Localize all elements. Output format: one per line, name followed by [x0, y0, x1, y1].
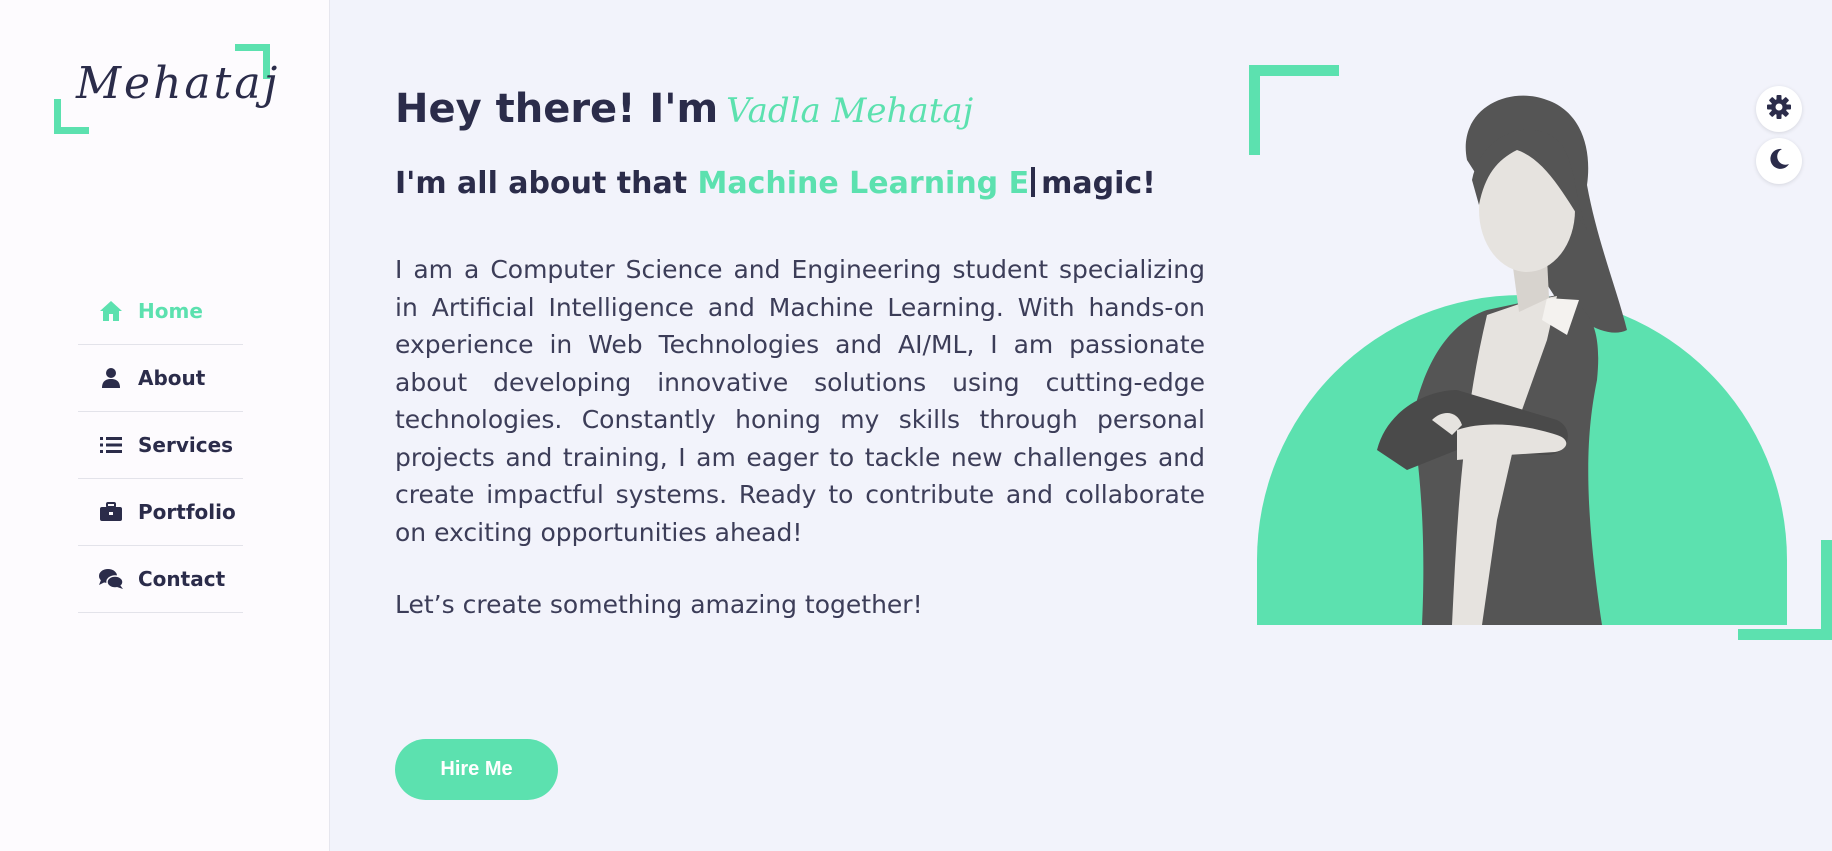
logo-text: Mehataj — [76, 58, 281, 109]
nav-item-label: Contact — [138, 567, 226, 591]
nav-item-home[interactable]: Home — [78, 278, 243, 345]
hero-bio: I am a Computer Science and Engineering … — [395, 255, 1205, 547]
nav-item-portfolio[interactable]: Portfolio — [78, 479, 243, 546]
nav-item-contact[interactable]: Contact — [78, 546, 243, 613]
nav-item-label: Portfolio — [138, 500, 236, 524]
sidebar: Mehataj Home About Services Portfolio Co… — [0, 0, 330, 851]
greeting-text: Hey there! I'm — [395, 86, 719, 132]
hire-me-button[interactable]: Hire Me — [395, 739, 558, 800]
tagline-typed-text: Machine Learning E — [697, 166, 1030, 201]
hero-cta-text: Let’s create something amazing together! — [395, 590, 923, 619]
woman-illustration — [1257, 95, 1787, 625]
home-icon — [96, 300, 126, 322]
moon-icon — [1767, 147, 1791, 175]
typing-cursor — [1031, 167, 1036, 197]
tagline-suffix: magic! — [1041, 166, 1156, 201]
hero-name: Vadla Mehataj — [726, 91, 974, 131]
main-nav: Home About Services Portfolio Contact — [78, 278, 243, 613]
nav-item-label: Home — [138, 299, 203, 323]
tagline-prefix: I'm all about that — [395, 166, 688, 201]
theme-toggle-button[interactable] — [1756, 138, 1802, 184]
comments-icon — [96, 568, 126, 590]
settings-button[interactable] — [1756, 86, 1802, 132]
nav-item-about[interactable]: About — [78, 345, 243, 412]
hero-tagline: I'm all about that Machine Learning E mag… — [395, 166, 1156, 201]
logo[interactable]: Mehataj — [54, 44, 277, 134]
hero-greeting: Hey there! I'm Vadla Mehataj — [395, 86, 973, 132]
nav-item-label: Services — [138, 433, 234, 457]
briefcase-icon — [96, 502, 126, 522]
user-icon — [96, 367, 126, 389]
hero-illustration — [1240, 60, 1832, 650]
nav-item-label: About — [138, 366, 206, 390]
gear-icon — [1766, 94, 1792, 124]
list-icon — [96, 436, 126, 454]
nav-item-services[interactable]: Services — [78, 412, 243, 479]
